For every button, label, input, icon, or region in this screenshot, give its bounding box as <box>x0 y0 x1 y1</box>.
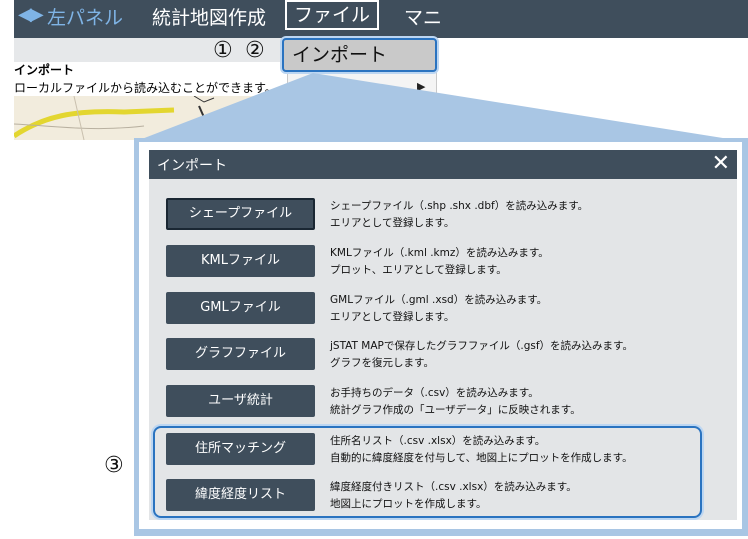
annotation-3: ③ <box>104 453 124 478</box>
kml-description: KMLファイル（.kml .kmz）を読み込みます。 プロット、エリアとして登録… <box>330 245 549 279</box>
desc-line: 統計グラフ作成の「ユーザデータ」に反映されます。 <box>330 404 581 416</box>
shapefile-button[interactable]: シェープファイル <box>166 198 315 230</box>
user-stats-button[interactable]: ユーザ統計 <box>166 385 315 417</box>
desc-line: プロット、エリアとして登録します。 <box>330 264 507 276</box>
desc-line: グラフを復元します。 <box>330 357 434 369</box>
graph-file-description: jSTAT MAPで保存したグラフファイル（.gsf）を読み込みます。 グラフを… <box>330 338 633 372</box>
desc-line: GMLファイル（.gml .xsd）を読み込みます。 <box>330 294 548 306</box>
shapefile-description: シェープファイル（.shp .shx .dbf）を読み込みます。 エリアとして登… <box>330 198 588 232</box>
close-icon[interactable]: ✕ <box>712 151 730 176</box>
graph-file-button[interactable]: グラフファイル <box>166 338 315 370</box>
user-stats-description: お手持ちのデータ（.csv）を読み込みます。 統計グラフ作成の「ユーザデータ」に… <box>330 385 581 419</box>
highlight-frame <box>153 426 702 518</box>
desc-line: お手持ちのデータ（.csv）を読み込みます。 <box>330 387 539 399</box>
gml-description: GMLファイル（.gml .xsd）を読み込みます。 エリアとして登録します。 <box>330 292 547 326</box>
desc-line: jSTAT MAPで保存したグラフファイル（.gsf）を読み込みます。 <box>330 340 633 352</box>
desc-line: エリアとして登録します。 <box>330 311 455 323</box>
dialog-header: インポート ✕ <box>149 150 737 179</box>
desc-line: エリアとして登録します。 <box>330 217 455 229</box>
desc-line: シェープファイル（.shp .shx .dbf）を読み込みます。 <box>330 200 589 212</box>
desc-line: KMLファイル（.kml .kmz）を読み込みます。 <box>330 247 549 259</box>
gml-button[interactable]: GMLファイル <box>166 292 315 324</box>
dialog-title: インポート <box>157 158 227 174</box>
kml-button[interactable]: KMLファイル <box>166 245 315 277</box>
